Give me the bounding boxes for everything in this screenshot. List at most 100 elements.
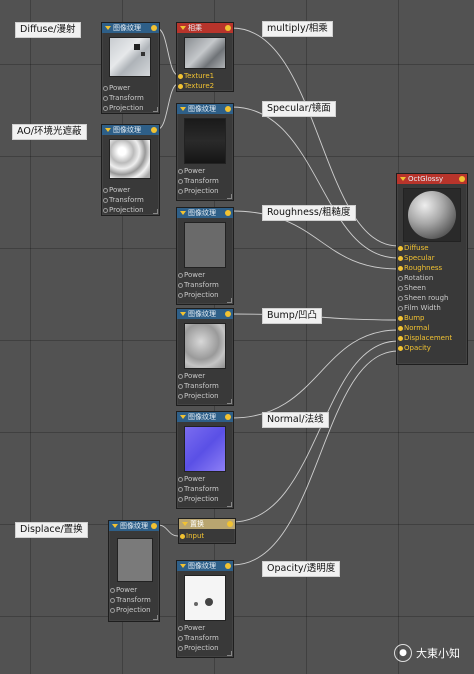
transform-port[interactable]: Transform bbox=[109, 595, 159, 605]
port-dot-icon[interactable] bbox=[398, 326, 403, 331]
normal-port[interactable]: Normal bbox=[397, 323, 467, 333]
output-port-icon[interactable] bbox=[225, 25, 231, 31]
output-port-icon[interactable] bbox=[225, 563, 231, 569]
power-port[interactable]: Power bbox=[177, 371, 233, 381]
collapse-triangle-icon[interactable] bbox=[105, 128, 111, 132]
node-header[interactable]: 图像纹理 bbox=[102, 23, 159, 33]
port-dot-icon[interactable] bbox=[178, 293, 183, 298]
port-dot-icon[interactable] bbox=[178, 179, 183, 184]
resize-handle[interactable] bbox=[227, 502, 232, 507]
port-dot-icon[interactable] bbox=[180, 534, 185, 539]
output-port-icon[interactable] bbox=[227, 521, 233, 527]
port-dot-icon[interactable] bbox=[398, 296, 403, 301]
port-dot-icon[interactable] bbox=[110, 598, 115, 603]
projection-port[interactable]: Projection bbox=[109, 605, 159, 615]
resize-handle[interactable] bbox=[227, 651, 232, 656]
displacement-node[interactable]: 置换 Input bbox=[178, 518, 236, 544]
port-dot-icon[interactable] bbox=[398, 266, 403, 271]
projection-port[interactable]: Projection bbox=[177, 643, 233, 653]
opacity-texture-node[interactable]: 图像纹理 Power Transform Projection bbox=[176, 560, 234, 658]
collapse-triangle-icon[interactable] bbox=[400, 177, 406, 181]
port-dot-icon[interactable] bbox=[103, 86, 108, 91]
output-port-icon[interactable] bbox=[151, 523, 157, 529]
port-dot-icon[interactable] bbox=[178, 394, 183, 399]
projection-port[interactable]: Projection bbox=[177, 391, 233, 401]
output-port-icon[interactable] bbox=[151, 127, 157, 133]
port-dot-icon[interactable] bbox=[398, 276, 403, 281]
output-port-icon[interactable] bbox=[225, 311, 231, 317]
port-dot-icon[interactable] bbox=[103, 208, 108, 213]
roughness-port[interactable]: Roughness bbox=[397, 263, 467, 273]
port-dot-icon[interactable] bbox=[103, 106, 108, 111]
texture1-port[interactable]: Texture1 bbox=[177, 71, 233, 81]
port-dot-icon[interactable] bbox=[178, 477, 183, 482]
transform-port[interactable]: Transform bbox=[102, 195, 159, 205]
input-port[interactable]: Input bbox=[179, 531, 235, 541]
specular-port[interactable]: Specular bbox=[397, 253, 467, 263]
port-dot-icon[interactable] bbox=[178, 497, 183, 502]
port-dot-icon[interactable] bbox=[398, 256, 403, 261]
roughness-texture-node[interactable]: 图像纹理 Power Transform Projection bbox=[176, 207, 234, 305]
port-dot-icon[interactable] bbox=[398, 336, 403, 341]
diffuse-texture-node[interactable]: 图像纹理 Power Transform Projection bbox=[101, 22, 160, 114]
port-dot-icon[interactable] bbox=[178, 636, 183, 641]
node-header[interactable]: 图像纹理 bbox=[109, 521, 159, 531]
port-dot-icon[interactable] bbox=[178, 384, 183, 389]
octglossy-material-node[interactable]: OctGlossy Diffuse Specular Roughness Rot… bbox=[396, 173, 468, 365]
sheen-port[interactable]: Sheen bbox=[397, 283, 467, 293]
film-width-port[interactable]: Film Width bbox=[397, 303, 467, 313]
port-dot-icon[interactable] bbox=[398, 346, 403, 351]
node-header[interactable]: 图像纹理 bbox=[177, 412, 233, 422]
port-dot-icon[interactable] bbox=[398, 316, 403, 321]
power-port[interactable]: Power bbox=[177, 623, 233, 633]
port-dot-icon[interactable] bbox=[178, 626, 183, 631]
normal-texture-node[interactable]: 图像纹理 Power Transform Projection bbox=[176, 411, 234, 509]
node-header[interactable]: 图像纹理 bbox=[177, 309, 233, 319]
multiply-node[interactable]: 相乘 Texture1 Texture2 bbox=[176, 22, 234, 92]
port-dot-icon[interactable] bbox=[178, 273, 183, 278]
resize-handle[interactable] bbox=[153, 107, 158, 112]
power-port[interactable]: Power bbox=[102, 185, 159, 195]
output-port-icon[interactable] bbox=[225, 106, 231, 112]
port-dot-icon[interactable] bbox=[110, 608, 115, 613]
collapse-triangle-icon[interactable] bbox=[180, 107, 186, 111]
transform-port[interactable]: Transform bbox=[177, 633, 233, 643]
displacement-port[interactable]: Displacement bbox=[397, 333, 467, 343]
collapse-triangle-icon[interactable] bbox=[105, 26, 111, 30]
port-dot-icon[interactable] bbox=[178, 283, 183, 288]
power-port[interactable]: Power bbox=[177, 474, 233, 484]
transform-port[interactable]: Transform bbox=[177, 176, 233, 186]
diffuse-port[interactable]: Diffuse bbox=[397, 243, 467, 253]
projection-port[interactable]: Projection bbox=[177, 186, 233, 196]
port-dot-icon[interactable] bbox=[103, 198, 108, 203]
port-dot-icon[interactable] bbox=[178, 374, 183, 379]
resize-handle[interactable] bbox=[153, 209, 158, 214]
output-port-icon[interactable] bbox=[225, 210, 231, 216]
port-dot-icon[interactable] bbox=[178, 84, 183, 89]
transform-port[interactable]: Transform bbox=[102, 93, 159, 103]
node-header[interactable]: 图像纹理 bbox=[177, 104, 233, 114]
port-dot-icon[interactable] bbox=[398, 286, 403, 291]
port-dot-icon[interactable] bbox=[398, 246, 403, 251]
resize-handle[interactable] bbox=[153, 615, 158, 620]
power-port[interactable]: Power bbox=[102, 83, 159, 93]
projection-port[interactable]: Projection bbox=[177, 494, 233, 504]
ao-texture-node[interactable]: 图像纹理 Power Transform Projection bbox=[101, 124, 160, 216]
bump-texture-node[interactable]: 图像纹理 Power Transform Projection bbox=[176, 308, 234, 406]
sheen-rough-port[interactable]: Sheen rough bbox=[397, 293, 467, 303]
collapse-triangle-icon[interactable] bbox=[180, 415, 186, 419]
node-header[interactable]: OctGlossy bbox=[397, 174, 467, 184]
texture2-port[interactable]: Texture2 bbox=[177, 81, 233, 91]
port-dot-icon[interactable] bbox=[178, 646, 183, 651]
node-header[interactable]: 置换 bbox=[179, 519, 235, 529]
projection-port[interactable]: Projection bbox=[102, 103, 159, 113]
collapse-triangle-icon[interactable] bbox=[180, 312, 186, 316]
collapse-triangle-icon[interactable] bbox=[112, 524, 118, 528]
output-port-icon[interactable] bbox=[225, 414, 231, 420]
projection-port[interactable]: Projection bbox=[102, 205, 159, 215]
power-port[interactable]: Power bbox=[109, 585, 159, 595]
output-port-icon[interactable] bbox=[459, 176, 465, 182]
projection-port[interactable]: Projection bbox=[177, 290, 233, 300]
node-header[interactable]: 相乘 bbox=[177, 23, 233, 33]
port-dot-icon[interactable] bbox=[178, 189, 183, 194]
